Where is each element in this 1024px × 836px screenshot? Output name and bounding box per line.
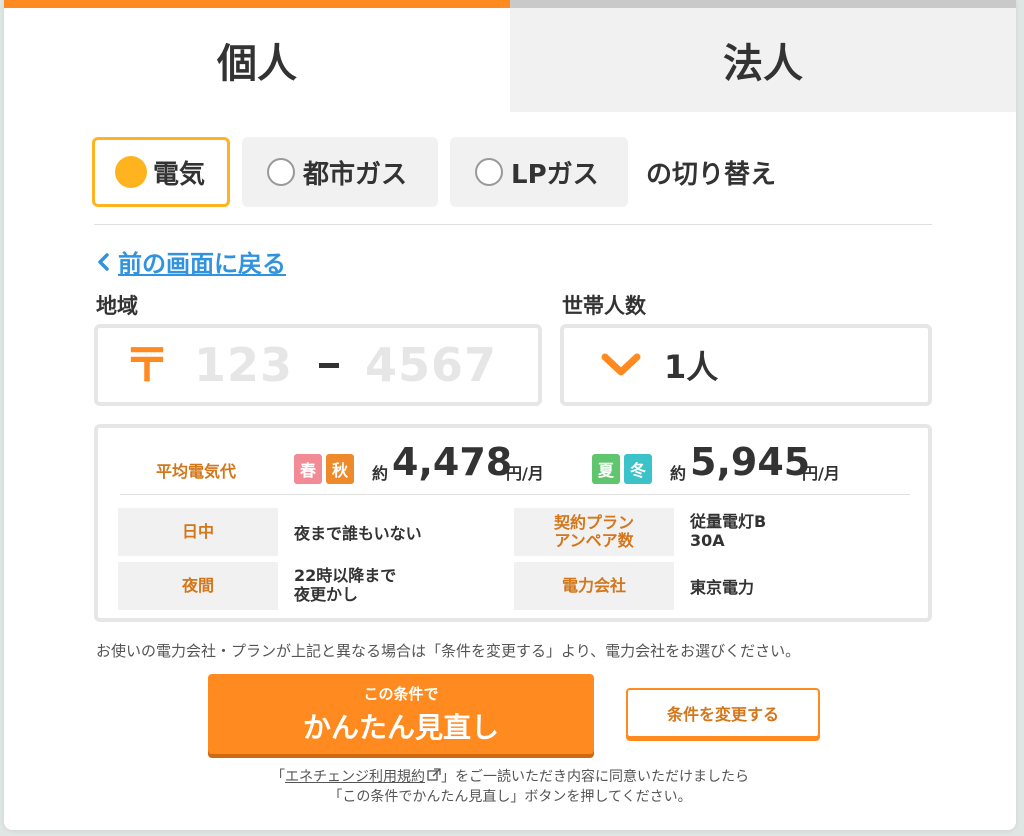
postal-mark-icon: 〒 xyxy=(124,338,170,392)
zip-first-input[interactable]: 123 xyxy=(194,338,293,392)
approx-label: 約 xyxy=(372,464,389,483)
switch-label: の切り替え xyxy=(646,159,777,190)
note-text: お使いの電力会社・プランが上記と異なる場合は「条件を変更する」より、電力会社をお… xyxy=(96,642,801,660)
energy-option-electricity[interactable]: 電気 xyxy=(92,137,231,207)
region-label: 地域 xyxy=(96,294,138,318)
energy-option-label: LPガス xyxy=(511,159,599,190)
button-sub-label: この条件で xyxy=(363,684,439,703)
terms-text-line2: 「この条件でかんたん見直し」ボタンを押してください。 xyxy=(328,788,692,805)
external-link-icon xyxy=(427,768,441,781)
spring-autumn-price: 4,478 xyxy=(392,440,513,484)
back-link[interactable]: 前の画面に戻る xyxy=(96,244,286,279)
tab-corporate[interactable]: 法人 xyxy=(510,0,1016,112)
energy-option-lp-gas[interactable]: LPガス xyxy=(450,137,629,207)
company-value: 東京電力 xyxy=(690,578,755,597)
summer-winter-price: 5,945 xyxy=(690,440,811,484)
summer-tag: 夏 xyxy=(592,454,620,484)
terms-text: 」をご一読いただき内容に同意いただけましたら xyxy=(441,769,749,785)
price-unit: 円/月 xyxy=(802,464,840,483)
energy-option-label: 電気 xyxy=(153,159,206,190)
energy-option-city-gas[interactable]: 都市ガス xyxy=(242,137,439,207)
divider xyxy=(94,224,932,225)
chevron-left-icon xyxy=(98,252,109,271)
chevron-down-icon xyxy=(601,353,641,376)
approx-label: 約 xyxy=(670,464,687,483)
night-label: 夜間 xyxy=(118,562,278,610)
household-label: 世帯人数 xyxy=(562,294,646,318)
tab-individual[interactable]: 個人 xyxy=(4,0,510,112)
plan-value: 従量電灯B 30A xyxy=(690,512,767,551)
plan-label-line2: アンペア数 xyxy=(554,531,634,550)
terms-notice: 「エネチェンジ利用規約 」をご一読いただき内容に同意いただけましたら 「この条件で… xyxy=(4,768,1016,807)
average-cost-label: 平均電気代 xyxy=(156,462,237,481)
energy-option-label: 都市ガス xyxy=(303,159,408,190)
plan-label-line1: 契約プラン xyxy=(553,513,634,533)
easy-review-button[interactable]: この条件で かんたん見直し xyxy=(208,674,594,754)
radio-unchecked-icon xyxy=(267,158,296,186)
household-select[interactable]: 1人 xyxy=(560,324,932,406)
night-value: 22時以降まで 夜更かし xyxy=(294,566,397,605)
zip-dash xyxy=(319,362,340,368)
daytime-value: 夜まで誰もいない xyxy=(294,524,422,543)
company-label: 電力会社 xyxy=(514,562,674,610)
winter-tag: 冬 xyxy=(624,454,652,484)
spring-tag: 春 xyxy=(294,454,322,484)
condition-summary: 平均電気代 春 秋 約 4,478 円/月 夏 冬 約 5,945 円/月 日中… xyxy=(94,424,932,622)
radio-checked-icon xyxy=(117,158,145,186)
customer-type-tabs: 個人 法人 xyxy=(4,0,1016,112)
daytime-label: 日中 xyxy=(118,508,278,556)
autumn-tag: 秋 xyxy=(326,454,354,484)
terms-bracket: 「 xyxy=(271,769,285,785)
energy-type-selector: 電気 都市ガス LPガス の切り替え xyxy=(92,136,776,208)
simulation-card: 個人 法人 電気 都市ガス LPガス の切り替え 前の画面に戻る 地域 〒 12… xyxy=(4,0,1016,830)
postal-code-field: 〒 123 4567 xyxy=(94,324,542,406)
price-unit: 円/月 xyxy=(506,464,544,483)
zip-second-input[interactable]: 4567 xyxy=(365,338,497,392)
terms-link[interactable]: エネチェンジ利用規約 xyxy=(285,769,425,785)
household-value: 1人 xyxy=(664,348,719,386)
radio-unchecked-icon xyxy=(475,158,504,186)
button-main-label: かんたん見直し xyxy=(302,710,499,744)
divider xyxy=(120,494,910,495)
back-link-text: 前の画面に戻る xyxy=(118,250,286,278)
change-conditions-button[interactable]: 条件を変更する xyxy=(626,688,820,738)
plan-label: 契約プラン アンペア数 xyxy=(514,508,674,556)
